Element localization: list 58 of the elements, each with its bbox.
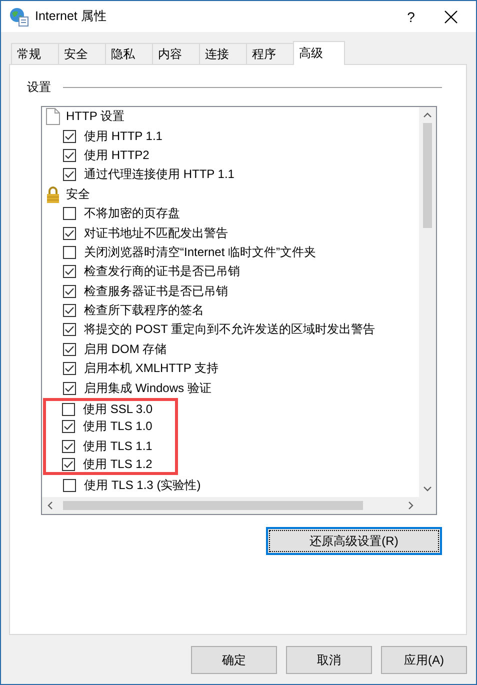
option-label: 启用集成 Windows 验证 (84, 380, 212, 397)
option-label: 检查发行商的证书是否已吊销 (84, 263, 240, 280)
option-label: 使用 TLS 1.0 (83, 418, 152, 436)
checkbox[interactable] (63, 478, 76, 492)
vertical-scrollbar[interactable] (419, 107, 436, 497)
option-label: 使用 SSL 3.0 (83, 400, 153, 418)
checkbox[interactable] (62, 420, 75, 434)
option-label: 不将加密的页存盘 (84, 205, 180, 222)
checkbox[interactable] (63, 265, 76, 278)
checkbox[interactable] (63, 246, 76, 259)
scroll-thumb[interactable] (63, 501, 363, 510)
option-label: 使用 TLS 1.2 (83, 456, 152, 473)
dialog-button[interactable]: 应用(A) (381, 646, 467, 674)
scroll-down-icon[interactable] (423, 486, 432, 492)
option-label: 通过代理连接使用 HTTP 1.1 (84, 166, 234, 184)
option-label: 对证书地址不匹配发出警告 (84, 224, 228, 242)
checkbox[interactable] (63, 382, 76, 395)
checkbox[interactable] (63, 130, 76, 143)
checkbox[interactable] (63, 207, 76, 220)
option-label: 使用 HTTP2 (84, 146, 150, 164)
checkbox[interactable] (63, 168, 76, 182)
option-label: 启用 DOM 存储 (84, 340, 167, 358)
checkbox[interactable] (63, 148, 76, 162)
category-label: HTTP 设置 (66, 108, 124, 126)
scroll-left-icon[interactable] (47, 501, 53, 510)
lock-icon (46, 186, 60, 203)
option-label: 使用 HTTP 1.1 (84, 128, 162, 145)
checkbox[interactable] (63, 304, 76, 318)
scroll-thumb[interactable] (423, 123, 432, 228)
page-icon (46, 108, 60, 126)
dialog-button[interactable]: 确定 (191, 646, 277, 674)
checkbox[interactable] (62, 458, 75, 471)
window-title: Internet 属性 (35, 8, 108, 25)
category-label: 安全 (66, 186, 90, 203)
checkbox[interactable] (63, 323, 76, 336)
checkbox[interactable] (63, 284, 76, 298)
option-label: 启用本机 XMLHTTP 支持 (84, 360, 218, 378)
option-label: 使用 TLS 1.1 (83, 438, 152, 455)
checkbox[interactable] (63, 342, 76, 356)
option-label: 关闭浏览器时清空“Internet 临时文件”文件夹 (84, 244, 316, 261)
scroll-right-icon[interactable] (408, 501, 414, 510)
option-label: 检查服务器证书是否已吊销 (84, 282, 228, 300)
option-label: 将提交的 POST 重定向到不允许发送的区域时发出警告 (84, 321, 376, 338)
scroll-up-icon[interactable] (423, 112, 432, 118)
checkbox[interactable] (62, 440, 75, 453)
option-label: 检查所下载程序的签名 (84, 302, 204, 320)
help-button[interactable]: ? (388, 8, 434, 24)
checkbox[interactable] (63, 362, 76, 376)
tab[interactable]: 高级 (293, 41, 345, 65)
close-icon[interactable] (444, 10, 458, 24)
checkbox[interactable] (62, 402, 75, 416)
tab[interactable]: 常规 (11, 43, 59, 64)
restore-button[interactable]: 还原高级设置(R) (266, 527, 442, 555)
checkbox[interactable] (63, 226, 76, 240)
option-label: 使用 TLS 1.3 (实验性) (84, 476, 201, 494)
globe-icon (9, 6, 29, 26)
dialog-button[interactable]: 取消 (286, 646, 372, 674)
group-label: 设置 (27, 79, 51, 96)
